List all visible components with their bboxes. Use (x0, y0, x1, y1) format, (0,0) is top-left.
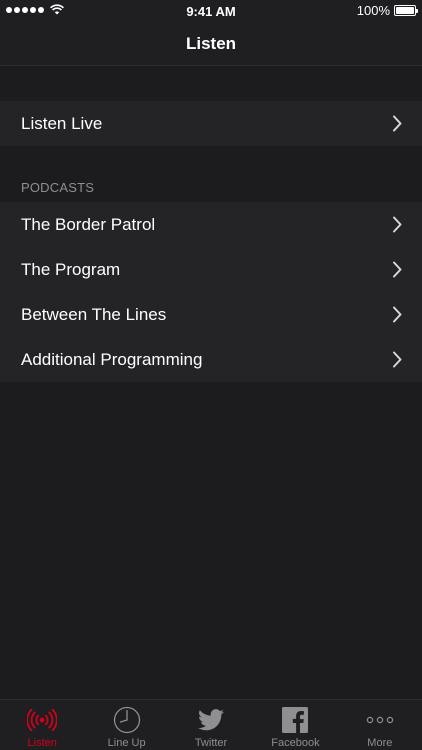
tab-label: Twitter (194, 737, 228, 749)
podcast-row[interactable]: The Border Patrol (0, 202, 422, 247)
clock-icon (112, 706, 142, 734)
podcast-row[interactable]: Additional Programming (0, 337, 422, 382)
tab-label: Facebook (271, 737, 320, 749)
nav-bar: Listen (0, 22, 422, 66)
status-bar: 9:41 AM 100% (0, 0, 422, 22)
tab-twitter[interactable]: Twitter (169, 700, 253, 750)
chevron-right-icon (393, 216, 402, 233)
tab-label: Line Up (107, 737, 146, 749)
tab-more[interactable]: More (338, 700, 422, 750)
podcasts-section-header: PODCASTS (21, 180, 95, 195)
tab-facebook[interactable]: Facebook (253, 700, 337, 750)
twitter-bird-icon (196, 706, 226, 734)
chevron-right-icon (393, 261, 402, 278)
more-dots-icon (365, 706, 395, 734)
broadcast-icon (27, 706, 58, 734)
tab-bar: Listen Line Up Twitter Facebook More (0, 699, 422, 750)
podcast-label: The Program (21, 259, 121, 279)
chevron-right-icon (393, 351, 402, 368)
battery-percent: 100% (356, 3, 390, 18)
listen-live-row[interactable]: Listen Live (0, 101, 422, 146)
podcast-row[interactable]: Between The Lines (0, 292, 422, 337)
page-title: Listen (185, 33, 237, 53)
tab-label: More (367, 737, 393, 749)
facebook-icon (280, 706, 310, 734)
tab-listen[interactable]: Listen (0, 700, 84, 750)
podcast-row[interactable]: The Program (0, 247, 422, 292)
podcast-label: Between The Lines (21, 304, 167, 324)
podcast-label: Additional Programming (21, 349, 203, 369)
tab-line-up[interactable]: Line Up (84, 700, 168, 750)
chevron-right-icon (393, 306, 402, 323)
podcast-label: The Border Patrol (21, 214, 156, 234)
status-right: 100% (356, 3, 418, 18)
battery-icon (394, 5, 418, 16)
chevron-right-icon (393, 115, 402, 132)
tab-label: Listen (27, 737, 57, 749)
listen-live-label: Listen Live (21, 113, 103, 133)
